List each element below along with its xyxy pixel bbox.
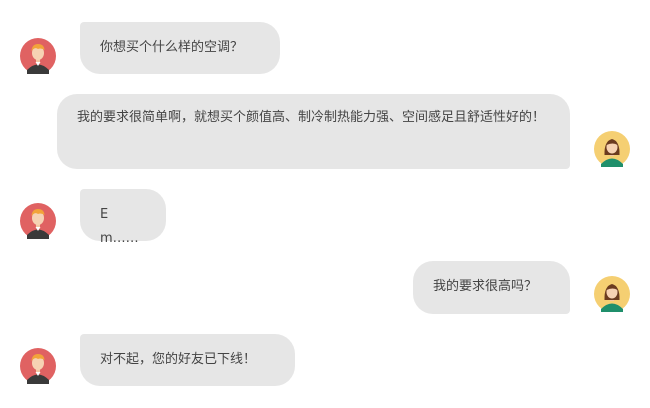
chat-bubble: 你想买个什么样的空调？ <box>80 22 280 74</box>
message-row-bot: 对不起，您的好友已下线！ <box>0 333 650 389</box>
chat-bubble: 我的要求很简单啊，就想买个颜值高、制冷制热能力强、空间感足且舒适性好的！ <box>57 94 570 169</box>
chat-bubble: 对不起，您的好友已下线！ <box>80 334 295 386</box>
message-text: 对不起，您的好友已下线！ <box>100 352 257 367</box>
chat-bubble: 我的要求很高吗？ <box>413 261 570 314</box>
chat-bubble: Em…… <box>80 189 166 246</box>
message-row-bot: Em…… <box>0 188 650 246</box>
message-text: Em…… <box>100 207 139 246</box>
message-text: 我的要求很高吗？ <box>433 279 538 294</box>
boy-avatar-icon <box>20 348 56 384</box>
girl-avatar-icon <box>594 131 630 167</box>
message-row-bot: 你想买个什么样的空调？ <box>0 20 650 76</box>
message-row-user: 我的要求很简单啊，就想买个颜值高、制冷制热能力强、空间感足且舒适性好的！ <box>0 94 650 170</box>
message-text: 我的要求很简单啊，就想买个颜值高、制冷制热能力强、空间感足且舒适性好的！ <box>77 110 546 125</box>
chat-thread: 你想买个什么样的空调？ 我的要求很简单啊，就想买个颜值高、制冷制热能力强、空间感… <box>0 0 650 408</box>
girl-avatar-icon <box>594 276 630 312</box>
boy-avatar-icon <box>20 38 56 74</box>
boy-avatar-icon <box>20 203 56 239</box>
message-text: 你想买个什么样的空调？ <box>100 40 244 55</box>
message-row-user: 我的要求很高吗？ <box>0 261 650 317</box>
